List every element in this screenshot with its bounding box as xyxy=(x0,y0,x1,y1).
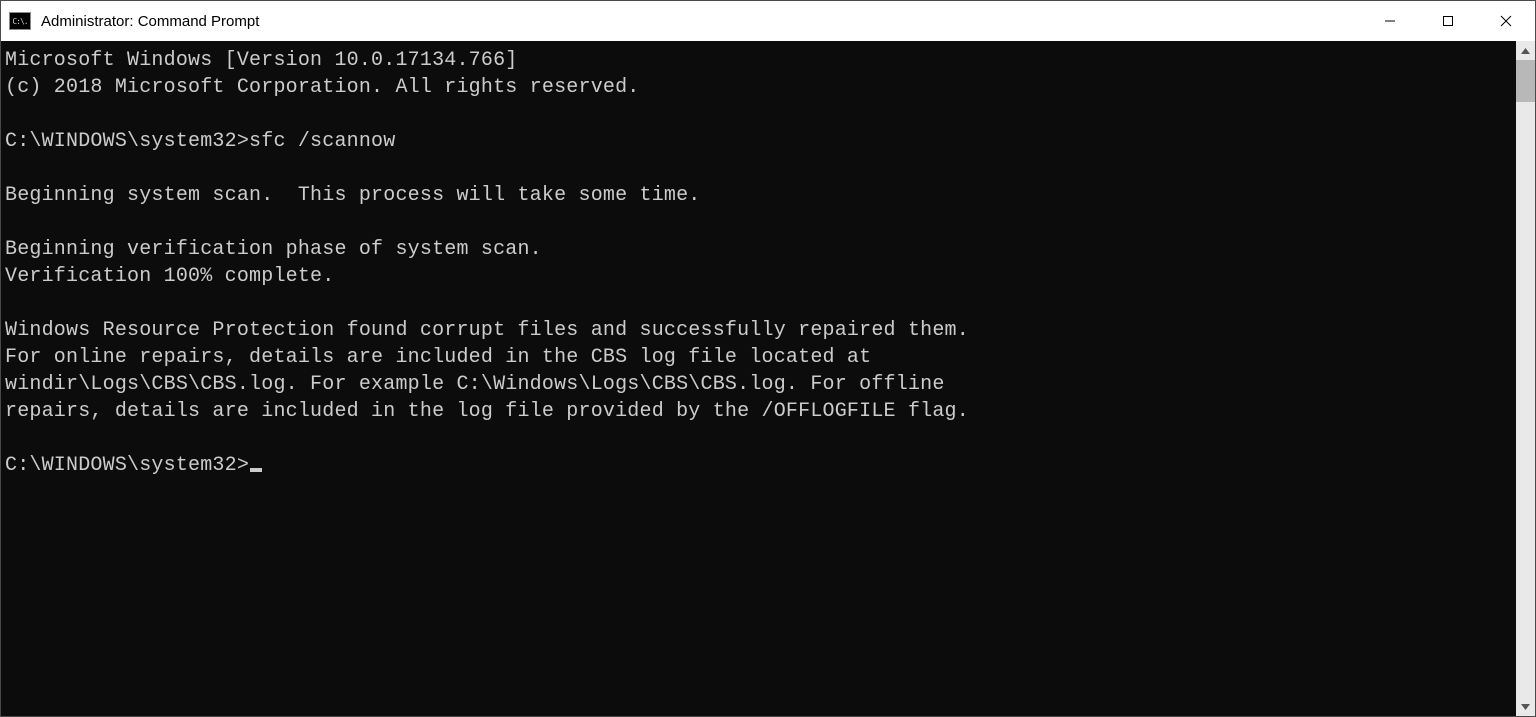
scroll-down-arrow-icon[interactable] xyxy=(1516,697,1535,716)
console-line: C:\WINDOWS\system32>sfc /scannow xyxy=(5,128,1516,155)
close-button[interactable] xyxy=(1477,1,1535,41)
console-line: For online repairs, details are included… xyxy=(5,344,1516,371)
maximize-button[interactable] xyxy=(1419,1,1477,41)
console-line: Beginning system scan. This process will… xyxy=(5,182,1516,209)
console-output[interactable]: Microsoft Windows [Version 10.0.17134.76… xyxy=(1,41,1516,716)
console-line: windir\Logs\CBS\CBS.log. For example C:\… xyxy=(5,371,1516,398)
window-title: Administrator: Command Prompt xyxy=(41,13,259,30)
cmd-icon: C:\. xyxy=(9,12,31,30)
maximize-icon xyxy=(1442,15,1454,27)
scroll-thumb[interactable] xyxy=(1516,60,1535,102)
cursor xyxy=(250,468,262,472)
prompt-text: C:\WINDOWS\system32> xyxy=(5,454,249,477)
console-line: Beginning verification phase of system s… xyxy=(5,236,1516,263)
minimize-button[interactable] xyxy=(1361,1,1419,41)
console-line xyxy=(5,155,1516,182)
scroll-up-arrow-icon[interactable] xyxy=(1516,41,1535,60)
console-line xyxy=(5,290,1516,317)
console-line xyxy=(5,209,1516,236)
console-prompt-line[interactable]: C:\WINDOWS\system32> xyxy=(5,452,1516,479)
vertical-scrollbar[interactable] xyxy=(1516,41,1535,716)
close-icon xyxy=(1500,15,1512,27)
window-controls xyxy=(1361,1,1535,41)
console-area: Microsoft Windows [Version 10.0.17134.76… xyxy=(1,41,1535,716)
console-line: Verification 100% complete. xyxy=(5,263,1516,290)
console-line: Windows Resource Protection found corrup… xyxy=(5,317,1516,344)
cmd-window: C:\. Administrator: Command Prompt Micro… xyxy=(0,0,1536,717)
console-line xyxy=(5,425,1516,452)
minimize-icon xyxy=(1384,15,1396,27)
titlebar[interactable]: C:\. Administrator: Command Prompt xyxy=(1,1,1535,41)
console-line: (c) 2018 Microsoft Corporation. All righ… xyxy=(5,74,1516,101)
console-line: repairs, details are included in the log… xyxy=(5,398,1516,425)
console-line: Microsoft Windows [Version 10.0.17134.76… xyxy=(5,47,1516,74)
console-line xyxy=(5,101,1516,128)
